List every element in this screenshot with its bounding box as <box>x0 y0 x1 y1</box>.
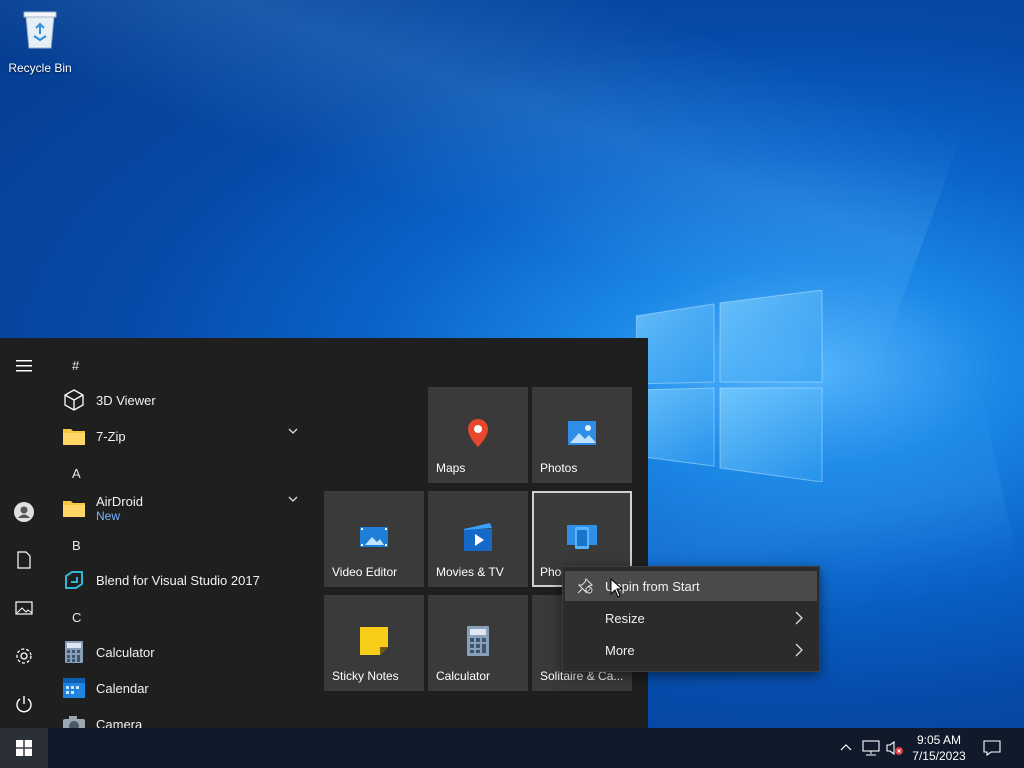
folder-icon <box>63 501 85 517</box>
folder-icon <box>63 429 85 445</box>
pictures-icon <box>15 601 33 615</box>
start-button[interactable] <box>0 728 48 768</box>
user-icon <box>14 502 34 522</box>
tile-video-editor[interactable]: Video Editor <box>324 491 424 587</box>
tile-label: Photos <box>540 461 578 475</box>
letter-header[interactable]: C <box>72 610 81 625</box>
app-name: Calendar <box>96 680 149 696</box>
chevron-down-icon[interactable] <box>288 496 298 502</box>
tile-label: Video Editor <box>332 565 398 579</box>
blend-icon <box>65 571 83 589</box>
notification-icon[interactable] <box>983 740 1001 756</box>
volume-muted-icon[interactable] <box>886 740 904 756</box>
settings-button[interactable] <box>0 636 48 676</box>
calculator-icon <box>467 626 489 656</box>
recycle-bin-icon <box>23 11 57 49</box>
phone-icon <box>567 525 597 549</box>
app-3d-viewer[interactable]: 3D Viewer <box>60 382 312 418</box>
app-name: 3D Viewer <box>96 392 156 408</box>
chevron-down-icon[interactable] <box>288 428 298 434</box>
windows-logo-icon <box>16 740 32 756</box>
map-pin-icon <box>468 419 488 447</box>
app-blend-for-visual-studio[interactable]: Blend for Visual Studio 2017 <box>60 562 312 598</box>
new-badge: New <box>96 508 121 523</box>
expand-menu-button[interactable] <box>0 346 48 386</box>
pictures-button[interactable] <box>0 588 48 628</box>
tile-sticky-notes[interactable]: Sticky Notes <box>324 595 424 691</box>
chevron-right-icon <box>795 643 803 657</box>
tile-label: Calculator <box>436 669 491 683</box>
calculator-icon <box>65 641 83 663</box>
app-airdroid[interactable]: AirDroid New <box>60 486 312 530</box>
app-calculator[interactable]: Calculator <box>60 634 312 670</box>
tile-label: Sticky Notes <box>332 669 399 683</box>
document-icon <box>17 551 31 569</box>
tile-photos[interactable]: Photos <box>532 387 632 483</box>
tile-calculator[interactable]: Calculator <box>428 595 528 691</box>
chevron-up-icon[interactable] <box>840 743 852 751</box>
desktop-icon-recycle-bin[interactable]: Recycle Bin <box>4 6 76 75</box>
sticky-notes-icon <box>360 627 388 655</box>
menu-item-label: More <box>605 642 635 658</box>
clock-date: 7/15/2023 <box>912 749 966 763</box>
movies-tv-icon <box>464 523 492 551</box>
menu-item-label: Resize <box>605 610 645 626</box>
start-menu: # 3D Viewer 7-Zip A AirDroid New B Blend… <box>0 338 648 730</box>
tile-context-menu: Unpin from Start Resize More <box>562 566 820 672</box>
power-icon <box>16 696 32 713</box>
letter-header[interactable]: A <box>72 466 81 481</box>
app-7-zip[interactable]: 7-Zip <box>60 418 312 454</box>
tile-maps[interactable]: Maps <box>428 387 528 483</box>
tile-label: Movies & TV <box>436 565 504 579</box>
calendar-icon <box>63 678 85 698</box>
taskbar: 9:05 AM 7/15/2023 <box>0 728 1024 768</box>
unpin-icon <box>577 578 593 594</box>
power-button[interactable] <box>0 684 48 724</box>
chevron-right-icon <box>795 611 803 625</box>
desktop-icon-label: Recycle Bin <box>8 61 72 75</box>
cube-icon <box>64 389 84 411</box>
photos-icon <box>568 421 596 445</box>
settings-icon <box>16 648 32 664</box>
start-rail <box>0 338 48 730</box>
video-editor-icon <box>360 527 388 547</box>
tile-movies-tv[interactable]: Movies & TV <box>428 491 528 587</box>
app-name: 7-Zip <box>96 428 126 444</box>
app-calendar[interactable]: Calendar <box>60 670 312 706</box>
app-name: AirDroid <box>96 493 143 509</box>
network-icon[interactable] <box>862 740 880 756</box>
menu-item-resize[interactable]: Resize <box>565 603 817 633</box>
user-account-button[interactable] <box>0 492 48 532</box>
app-name: Blend for Visual Studio 2017 <box>96 572 260 588</box>
documents-button[interactable] <box>0 540 48 580</box>
letter-header[interactable]: # <box>72 358 79 373</box>
clock-time: 9:05 AM <box>916 733 962 747</box>
app-name: Calculator <box>96 644 155 660</box>
mouse-cursor-icon <box>610 578 624 598</box>
taskbar-clock[interactable]: 9:05 AM 7/15/2023 <box>904 732 974 764</box>
letter-header[interactable]: B <box>72 538 81 553</box>
app-list: # 3D Viewer 7-Zip A AirDroid New B Blend… <box>48 338 316 730</box>
windows-wallpaper-logo <box>636 290 823 482</box>
app-camera[interactable]: Camera <box>60 706 312 730</box>
menu-item-unpin-from-start[interactable]: Unpin from Start <box>565 571 817 601</box>
tile-label: Pho <box>540 565 562 579</box>
tile-label: Maps <box>436 461 466 475</box>
hamburger-menu-icon <box>16 360 32 372</box>
menu-item-more[interactable]: More <box>565 635 817 665</box>
